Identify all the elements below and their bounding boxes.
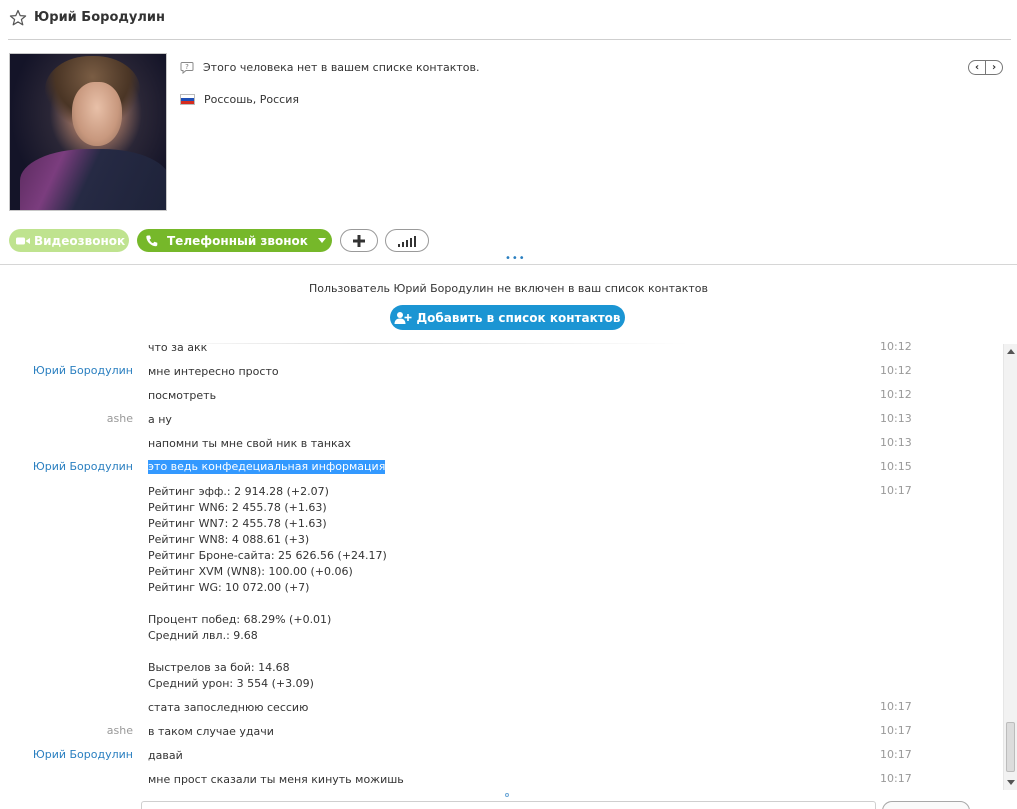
contact-avatar[interactable] (9, 53, 167, 211)
message-text-selected[interactable]: это ведь конфедециальная информация (148, 460, 386, 474)
location-row: Россошь, Россия (180, 93, 299, 106)
message-time: 10:15 (880, 460, 912, 473)
add-people-button[interactable] (340, 229, 378, 252)
message-input[interactable] (141, 801, 876, 809)
message-time: 10:17 (880, 748, 912, 761)
message-sender[interactable]: Юрий Бородулин (33, 748, 133, 761)
video-camera-icon (16, 237, 30, 244)
russia-flag-icon (180, 94, 195, 105)
message-text[interactable]: мне интересно просто (148, 364, 279, 380)
profile-nav-arrows: ‹ › (968, 60, 1003, 75)
message-time: 10:17 (880, 484, 912, 497)
message-time: 10:12 (880, 364, 912, 377)
scroll-up-arrow-icon[interactable] (1007, 349, 1015, 354)
avatar-shirt (20, 149, 166, 210)
add-contact-icon (394, 311, 412, 324)
scroll-thumb[interactable] (1006, 722, 1015, 772)
message-text[interactable]: что за акк (148, 340, 207, 356)
phone-call-label: Телефонный звонок (167, 233, 308, 248)
not-in-contacts-text: Этого человека нет в вашем списке контак… (203, 60, 480, 74)
message-time: 10:13 (880, 436, 912, 449)
message-time: 10:13 (880, 412, 912, 425)
profile-divider (0, 264, 1017, 265)
add-to-contacts-label: Добавить в список контактов (416, 310, 621, 325)
message-time: 10:12 (880, 340, 912, 353)
favorite-star-icon[interactable] (9, 9, 27, 27)
phone-icon (146, 235, 158, 246)
location-text: Россошь, Россия (204, 93, 299, 106)
message-text-stats[interactable]: Рейтинг эфф.: 2 914.28 (+2.07) Рейтинг W… (148, 484, 387, 692)
message-text[interactable]: напомни ты мне свой ник в танках (148, 436, 351, 452)
avatar-face (72, 82, 122, 146)
header-divider (8, 39, 1011, 40)
video-call-button[interactable]: Видеозвонок (9, 229, 129, 252)
message-text[interactable]: давай (148, 748, 183, 764)
message-time: 10:17 (880, 772, 912, 785)
question-bubble-icon: ? (180, 62, 194, 74)
signal-bars-icon (398, 235, 416, 247)
chat-history: что за акк 10:12 Юрий Бородулин мне инте… (0, 340, 1003, 790)
message-sender[interactable]: Юрий Бородулин (33, 364, 133, 377)
not-in-contacts-notice: Пользователь Юрий Бородулин не включен в… (308, 282, 708, 295)
compose-resize-handle-icon[interactable] (505, 793, 509, 797)
add-to-contacts-button[interactable]: Добавить в список контактов (390, 305, 625, 330)
message-text[interactable]: в таком случае удачи (148, 724, 274, 740)
message-text[interactable]: а ну (148, 412, 172, 428)
contact-name: Юрий Бородулин (34, 10, 165, 25)
message-text[interactable]: мне прост сказали ты меня кинуть можишь (148, 772, 404, 788)
call-quality-button[interactable] (385, 229, 429, 252)
chat-scrollbar[interactable] (1003, 344, 1017, 790)
message-time: 10:17 (880, 724, 912, 737)
message-time: 10:12 (880, 388, 912, 401)
svg-text:?: ? (185, 63, 189, 71)
send-button[interactable] (882, 801, 970, 809)
resize-handle-icon[interactable]: ••• (505, 253, 526, 264)
scroll-down-arrow-icon[interactable] (1007, 780, 1015, 785)
plus-icon (353, 234, 365, 247)
message-sender[interactable]: ashe (107, 412, 133, 425)
message-sender[interactable]: ashe (107, 724, 133, 737)
not-in-contacts-row: ? Этого человека нет в вашем списке конт… (180, 60, 480, 74)
prev-arrow-icon[interactable]: ‹ (969, 61, 986, 74)
phone-call-dropdown-icon[interactable] (318, 238, 326, 243)
phone-call-button[interactable]: Телефонный звонок (137, 229, 332, 252)
message-time: 10:17 (880, 700, 912, 713)
message-text[interactable]: стата запоследнюю сессию (148, 700, 308, 716)
next-arrow-icon[interactable]: › (986, 61, 1002, 74)
conversation-header: Юрий Бородулин (0, 0, 1017, 40)
video-call-label: Видеозвонок (34, 233, 126, 248)
message-text[interactable]: посмотреть (148, 388, 216, 404)
message-sender[interactable]: Юрий Бородулин (33, 460, 133, 473)
